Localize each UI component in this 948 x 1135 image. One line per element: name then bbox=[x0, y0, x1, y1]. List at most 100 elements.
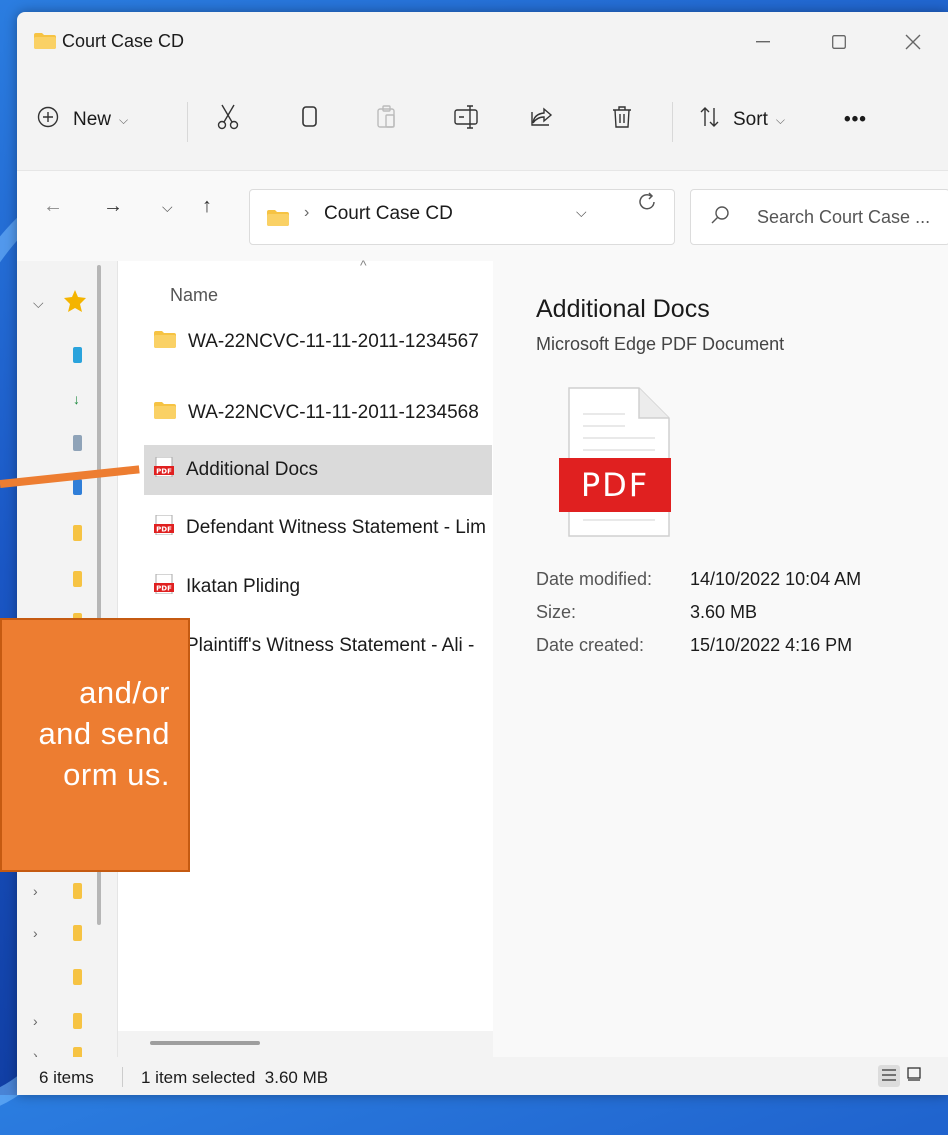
nav-item-documents[interactable] bbox=[17, 429, 117, 459]
folder-icon bbox=[73, 883, 82, 899]
folder-icon bbox=[154, 401, 176, 425]
annotation-callout: and/or and send orm us. bbox=[0, 618, 190, 872]
annotation-text-line: and send bbox=[38, 716, 170, 751]
file-name: Ikatan Pliding bbox=[186, 576, 301, 597]
detail-value: 15/10/2022 4:16 PM bbox=[690, 635, 853, 655]
toolbar-divider bbox=[187, 102, 188, 142]
chevron-right-icon: › bbox=[33, 925, 38, 941]
maximize-button[interactable] bbox=[816, 24, 862, 60]
detail-label: Date modified: bbox=[536, 569, 653, 589]
file-row-selected[interactable]: PDF Additional Docs bbox=[144, 445, 492, 495]
nav-item-folder[interactable]: › bbox=[17, 919, 117, 949]
copy-button[interactable] bbox=[301, 100, 319, 140]
detail-date-created: Date created: 15/10/2022 4:16 PM bbox=[536, 635, 852, 656]
folder-icon bbox=[73, 969, 82, 985]
svg-text:PDF: PDF bbox=[156, 468, 172, 476]
search-input[interactable] bbox=[755, 202, 948, 232]
folder-icon bbox=[154, 330, 176, 354]
nav-item-folder[interactable] bbox=[17, 963, 117, 993]
forward-arrow-icon[interactable]: → bbox=[103, 195, 123, 218]
nav-item-folder[interactable] bbox=[17, 519, 117, 549]
copy-icon bbox=[301, 105, 319, 135]
pictures-icon bbox=[73, 479, 82, 495]
folder-icon bbox=[266, 209, 290, 232]
close-button[interactable] bbox=[890, 24, 936, 60]
file-row[interactable]: PDF Plaintiff's Witness Statement - Ali … bbox=[144, 621, 492, 671]
detail-date-modified: Date modified: 14/10/2022 10:04 AM bbox=[536, 569, 861, 590]
up-arrow-icon[interactable]: ↑ bbox=[202, 195, 212, 218]
nav-item-folder[interactable]: › bbox=[17, 1007, 117, 1037]
navigation-bar: ← → ⌵ ↑ › Court Case CD ⌵ bbox=[17, 170, 948, 262]
file-name: Defendant Witness Statement - Lim bbox=[186, 517, 486, 538]
back-arrow-icon[interactable]: ← bbox=[43, 195, 63, 218]
recent-locations-icon[interactable]: ⌵ bbox=[162, 199, 173, 216]
document-icon bbox=[73, 435, 82, 451]
sort-arrows-icon bbox=[699, 106, 721, 134]
trash-icon bbox=[611, 105, 633, 135]
folder-icon bbox=[73, 571, 82, 587]
folder-icon bbox=[73, 1013, 82, 1029]
more-options-button[interactable]: ••• bbox=[844, 100, 867, 140]
horizontal-scrollbar[interactable] bbox=[150, 1041, 260, 1045]
search-icon bbox=[709, 204, 731, 231]
rename-icon bbox=[454, 105, 480, 135]
file-name: Plaintiff's Witness Statement - Ali - bbox=[186, 635, 475, 656]
tiles-view-button[interactable] bbox=[903, 1065, 925, 1087]
download-icon: ↓ bbox=[73, 391, 80, 407]
detail-value: 3.60 MB bbox=[690, 602, 758, 622]
file-name: Additional Docs bbox=[186, 459, 319, 480]
status-divider bbox=[122, 1067, 123, 1087]
scissors-icon bbox=[217, 104, 239, 136]
desktop-icon bbox=[73, 347, 82, 363]
delete-button[interactable] bbox=[611, 100, 633, 140]
share-button[interactable] bbox=[530, 100, 554, 140]
detail-label: Size: bbox=[536, 602, 577, 622]
chevron-down-icon: ⌵ bbox=[33, 295, 44, 311]
column-header-name[interactable]: Name bbox=[170, 285, 218, 306]
chevron-down-icon[interactable]: ⌵ bbox=[576, 204, 587, 221]
preview-file-type: Microsoft Edge PDF Document bbox=[536, 334, 785, 354]
paste-button[interactable] bbox=[376, 100, 398, 140]
nav-item-desktop[interactable] bbox=[17, 341, 117, 371]
plus-circle-icon bbox=[37, 106, 59, 134]
sort-button[interactable]: Sort ⌵ bbox=[699, 100, 785, 140]
pdf-file-icon: PDF bbox=[154, 573, 174, 600]
details-view-button[interactable] bbox=[878, 1065, 900, 1087]
detail-label: Date created: bbox=[536, 635, 645, 655]
breadcrumb-item[interactable]: Court Case CD bbox=[324, 203, 453, 225]
cut-button[interactable] bbox=[217, 100, 239, 140]
breadcrumb-separator: › bbox=[304, 204, 310, 221]
file-row[interactable]: PDF Defendant Witness Statement - Lim bbox=[144, 503, 492, 553]
minimize-button[interactable] bbox=[740, 24, 786, 60]
item-count: 6 items bbox=[39, 1068, 94, 1087]
nav-item-quick-access[interactable]: ⌵ bbox=[17, 289, 117, 319]
star-icon bbox=[63, 289, 87, 318]
file-row[interactable]: WA-22NCVC-11-11-2011-1234568 bbox=[144, 388, 492, 438]
svg-text:PDF: PDF bbox=[156, 526, 172, 534]
address-bar[interactable]: › Court Case CD ⌵ bbox=[249, 189, 675, 245]
selection-info: 1 item selected 3.60 MB bbox=[141, 1068, 329, 1087]
folder-icon bbox=[73, 925, 82, 941]
nav-item-folder[interactable]: › bbox=[17, 877, 117, 907]
annotation-text-line: orm us. bbox=[63, 757, 170, 792]
pdf-file-icon: PDF bbox=[154, 456, 174, 483]
search-box[interactable] bbox=[690, 189, 948, 245]
sort-ascending-icon: ^ bbox=[360, 257, 367, 273]
nav-item-downloads[interactable]: ↓ bbox=[17, 389, 117, 419]
svg-text:PDF: PDF bbox=[156, 585, 172, 593]
file-row[interactable]: PDF Ikatan Pliding bbox=[144, 562, 492, 612]
new-button[interactable]: New ⌵ bbox=[37, 100, 128, 140]
refresh-icon[interactable] bbox=[636, 191, 658, 219]
rename-button[interactable] bbox=[454, 100, 480, 140]
file-explorer-window: Court Case CD New ⌵ Sort ⌵ ••• ← → ⌵ ↑ ›… bbox=[17, 12, 948, 1095]
command-bar: New ⌵ Sort ⌵ ••• bbox=[17, 74, 948, 170]
file-name: WA-22NCVC-11-11-2011-1234568 bbox=[188, 402, 479, 423]
chevron-right-icon: › bbox=[33, 1013, 38, 1029]
pdf-badge-label: PDF bbox=[581, 466, 649, 504]
pdf-preview-icon: PDF bbox=[559, 386, 679, 543]
detail-value: 14/10/2022 10:04 AM bbox=[690, 569, 862, 589]
status-bar: 6 items 1 item selected 3.60 MB bbox=[17, 1057, 948, 1095]
nav-item-folder[interactable] bbox=[17, 565, 117, 595]
file-row[interactable]: WA-22NCVC-11-11-2011-1234567 bbox=[144, 317, 492, 367]
toolbar-divider bbox=[672, 102, 673, 142]
